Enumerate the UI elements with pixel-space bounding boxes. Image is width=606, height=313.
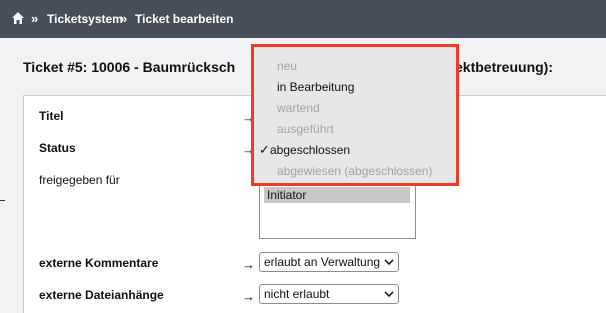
breadcrumb-ticketsystem[interactable]: Ticketsystem [47,12,123,26]
page-title: Ticket #5: 10006 - Baumrücksch [23,59,235,75]
checkmark-icon: ✓ [259,142,270,157]
comments-select[interactable]: erlaubt an Verwaltung [259,252,399,272]
attachments-select-value: nicht erlaubt [264,287,330,301]
breadcrumb-separator: » [120,11,128,26]
released-for-listbox[interactable]: Initiator [259,183,416,239]
status-dropdown-menu[interactable]: neu in Bearbeitung wartend ausgeführt ✓ … [251,44,459,186]
page-title-continued: ektbetreuung): [455,59,553,75]
status-option-ausgefuehrt: ausgeführt [277,122,334,136]
status-option-abgeschlossen[interactable]: abgeschlossen [270,143,350,157]
released-for-label: freigegeben für [39,173,120,187]
status-label: Status [39,141,76,155]
chevron-down-icon [384,286,394,309]
attachments-label: externe Dateianhänge [39,288,164,302]
status-option-abgewiesen: abgewiesen (abgeschlossen) [277,164,433,178]
page-title-right: ektbetreuung): [455,59,553,75]
breadcrumb: » Ticketsystem » Ticket bearbeiten [0,0,606,38]
status-option-wartend: wartend [277,101,320,115]
status-option-in-bearbeitung[interactable]: in Bearbeitung [277,80,354,94]
comments-arrow: → [242,257,255,272]
attachments-arrow: → [242,289,255,304]
comments-label: externe Kommentare [39,256,159,270]
page-title-left: Ticket #5: 10006 - Baumrücksch [23,59,236,75]
chevron-down-icon [384,254,394,277]
released-for-option[interactable]: Initiator [264,187,410,203]
home-icon[interactable] [11,11,25,25]
status-option-neu: neu [277,59,298,73]
breadcrumb-separator: » [31,11,39,26]
attachments-select[interactable]: nicht erlaubt [259,284,399,304]
comments-select-value: erlaubt an Verwaltung [264,255,381,269]
title-label: Titel [39,109,64,123]
divider [0,200,5,201]
breadcrumb-ticket-bearbeiten[interactable]: Ticket bearbeiten [135,12,233,26]
